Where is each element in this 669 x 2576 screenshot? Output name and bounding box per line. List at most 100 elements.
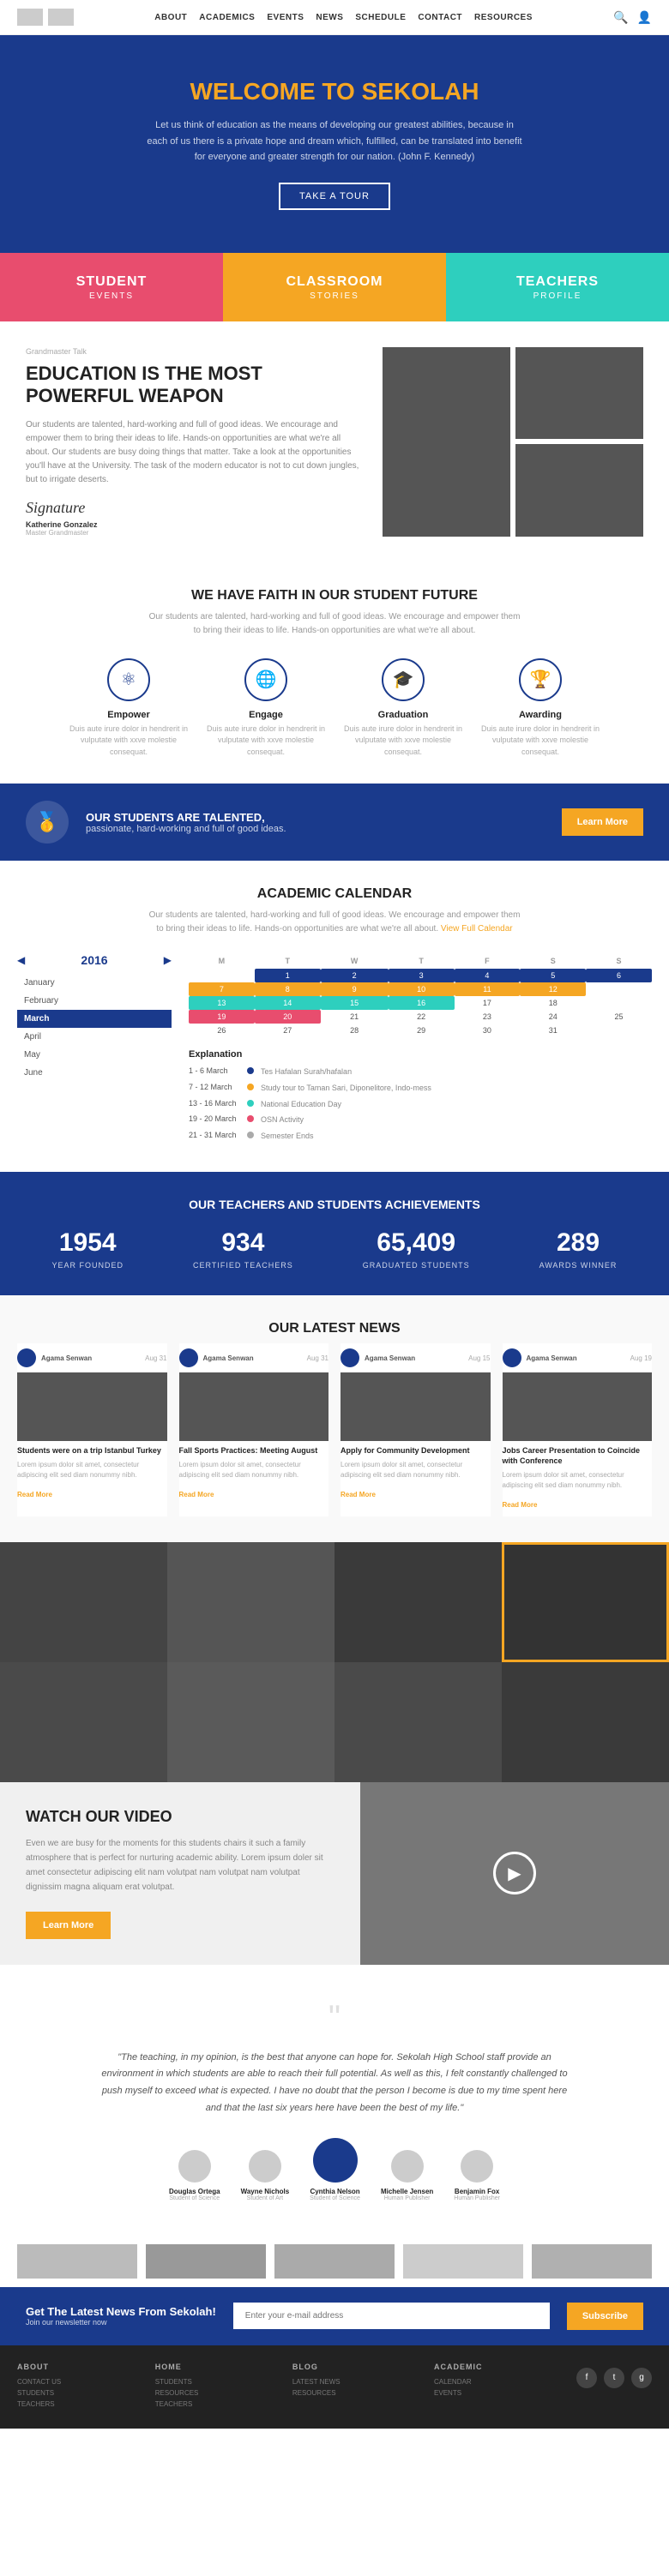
thumb-2[interactable] [146,2244,266,2279]
cal-cell[interactable]: 10 [389,982,455,996]
hero-cta-button[interactable]: TAKE A TOUR [279,183,390,210]
view-full-calendar-link[interactable]: View Full Calendar [441,924,513,934]
gallery-item-1[interactable] [0,1542,167,1662]
cal-cell[interactable]: 24 [520,1010,586,1024]
cal-cell[interactable]: 15 [321,996,389,1010]
gallery-item-2[interactable] [167,1542,334,1662]
cal-cell[interactable]: 28 [321,1024,389,1037]
cal-next-arrow[interactable]: ▶ [164,954,172,966]
stat-number-year: 1954 [52,1228,124,1258]
nav-contact[interactable]: CONTACT [418,13,462,22]
cal-cell[interactable]: 1 [255,969,321,982]
cal-cell[interactable]: 12 [520,982,586,996]
footer-home-teachers[interactable]: TEACHERS [155,2400,199,2408]
cal-cell[interactable]: 11 [455,982,521,996]
thumb-5[interactable] [532,2244,652,2279]
cal-cell[interactable] [189,969,255,982]
cal-cell[interactable]: 8 [255,982,321,996]
cal-cell[interactable]: 25 [586,1010,652,1024]
cal-cell[interactable]: 6 [586,969,652,982]
cal-month-june[interactable]: June [17,1064,172,1082]
newsletter-email-input[interactable] [233,2303,550,2329]
footer-home-students[interactable]: STUDENTS [155,2378,199,2386]
cal-cell[interactable]: 3 [389,969,455,982]
newsletter-subscribe-button[interactable]: Subscribe [567,2303,643,2330]
cal-cell[interactable]: 18 [520,996,586,1010]
thumb-1[interactable] [17,2244,137,2279]
testimonial-avatar-2[interactable]: Wayne Nichols Student of Art [241,2150,290,2201]
cal-cell[interactable]: 5 [520,969,586,982]
footer-about-students[interactable]: STUDENTS [17,2389,61,2397]
cal-cell[interactable]: 17 [455,996,521,1010]
facebook-icon[interactable]: f [576,2368,597,2388]
cal-cell[interactable]: 23 [455,1010,521,1024]
cal-cell[interactable]: 2 [321,969,389,982]
testimonial-avatar-5[interactable]: Benjamin Fox Human Publisher [454,2150,500,2201]
twitter-icon[interactable]: t [604,2368,624,2388]
cal-prev-arrow[interactable]: ◀ [17,954,25,966]
footer-contact-us[interactable]: CONTACT US [17,2378,61,2386]
cal-cell[interactable] [586,982,652,996]
video-learn-more-button[interactable]: Learn More [26,1912,111,1939]
thumb-3[interactable] [274,2244,395,2279]
footer-academic-events[interactable]: EVENTS [434,2389,483,2397]
search-icon[interactable]: 🔍 [613,10,628,25]
gallery-item-8[interactable] [502,1662,669,1782]
news-read-more-2[interactable]: Read More [179,1491,214,1498]
testimonial-avatar-3-active[interactable]: Cynthia Nelson Student of Science [310,2138,360,2201]
tab-teachers-profile[interactable]: TEACHERS PROFILE [446,253,669,321]
cal-cell[interactable]: 19 [189,1010,255,1024]
nav-about[interactable]: ABOUT [154,13,187,22]
gallery-item-6[interactable] [167,1662,334,1782]
cal-cell[interactable]: 14 [255,996,321,1010]
gallery-item-7[interactable] [334,1662,502,1782]
cal-cell[interactable]: 16 [389,996,455,1010]
nav-events[interactable]: EVENTS [267,13,304,22]
news-read-more-4[interactable]: Read More [503,1501,538,1509]
gallery-item-3[interactable] [334,1542,502,1662]
cal-month-february[interactable]: February [17,992,172,1010]
cal-cell[interactable]: 27 [255,1024,321,1037]
footer-calendar[interactable]: CALENDAR [434,2378,483,2386]
cal-cell[interactable]: 9 [321,982,389,996]
nav-schedule[interactable]: SCHEDULE [355,13,406,22]
gallery-item-5[interactable] [0,1662,167,1782]
nav-resources[interactable]: RESOURCES [474,13,533,22]
cal-cell[interactable]: 13 [189,996,255,1010]
banner-learn-more-button[interactable]: Learn More [562,808,643,836]
cal-cell[interactable]: 20 [255,1010,321,1024]
video-thumbnail[interactable]: ▶ [360,1782,669,1965]
tab-student-events[interactable]: STUDENT EVENTS [0,253,223,321]
news-read-more-3[interactable]: Read More [341,1491,376,1498]
cal-cell[interactable]: 26 [189,1024,255,1037]
cal-cell[interactable] [586,996,652,1010]
gallery-item-4[interactable] [502,1542,669,1662]
user-icon[interactable]: 👤 [637,10,652,25]
tab-classroom-stories[interactable]: CLASSROOM STORIES [223,253,446,321]
cal-cell[interactable]: 22 [389,1010,455,1024]
footer-about-teachers[interactable]: TEACHERS [17,2400,61,2408]
cal-cell[interactable]: 4 [455,969,521,982]
cal-month-january[interactable]: January [17,974,172,992]
testimonial-avatar-4[interactable]: Michelle Jensen Human Publisher [381,2150,433,2201]
footer-blog-resources[interactable]: RESOURCES [292,2389,341,2397]
cal-month-march[interactable]: March [17,1010,172,1028]
footer-home-resources[interactable]: RESOURCES [155,2389,199,2397]
cal-cell[interactable]: 21 [321,1010,389,1024]
news-read-more-1[interactable]: Read More [17,1491,52,1498]
cal-month-april[interactable]: April [17,1028,172,1046]
testimonial-avatar-1[interactable]: Douglas Ortega Student of Science [169,2150,220,2201]
thumb-4[interactable] [403,2244,523,2279]
footer-latest-news[interactable]: LATEST NEWS [292,2378,341,2386]
nav-academics[interactable]: ACADEMICS [199,13,255,22]
exp-date-3: 13 - 16 March [189,1099,240,1108]
play-button[interactable]: ▶ [493,1852,536,1894]
cal-cell[interactable] [586,1024,652,1037]
cal-month-may[interactable]: May [17,1046,172,1064]
cal-cell[interactable]: 29 [389,1024,455,1037]
cal-cell[interactable]: 30 [455,1024,521,1037]
cal-cell[interactable]: 31 [520,1024,586,1037]
cal-cell[interactable]: 7 [189,982,255,996]
googleplus-icon[interactable]: g [631,2368,652,2388]
nav-news[interactable]: NEWS [316,13,343,22]
